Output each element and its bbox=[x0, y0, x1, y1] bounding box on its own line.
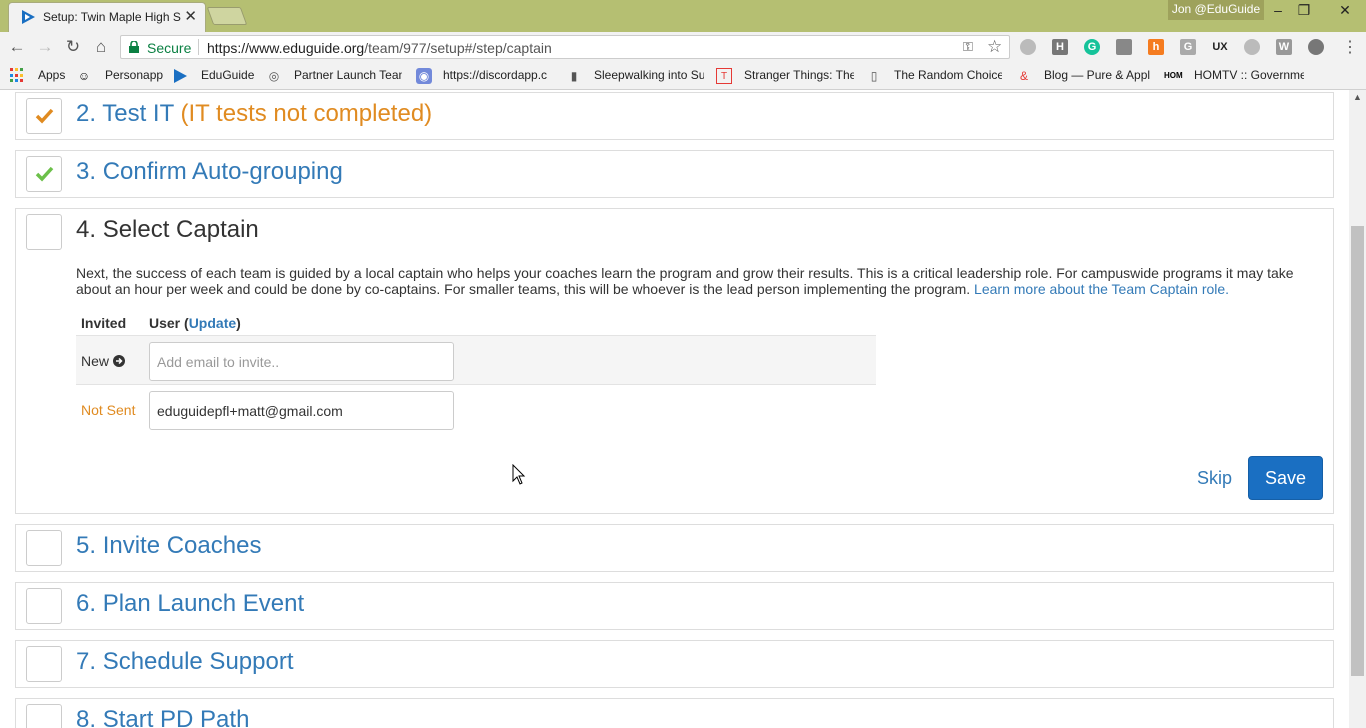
bookmark-discord[interactable]: https://discordapp.c bbox=[443, 68, 551, 82]
step-invite-coaches[interactable]: 5. Invite Coaches bbox=[15, 524, 1334, 572]
step-checkbox[interactable] bbox=[26, 156, 62, 192]
restore-icon[interactable]: ❐ bbox=[1290, 0, 1318, 22]
circle-extension-icon[interactable] bbox=[1244, 39, 1260, 55]
close-window-icon[interactable]: ✕ bbox=[1324, 0, 1366, 22]
home-icon[interactable]: ⌂ bbox=[90, 36, 112, 58]
camera-extension-icon[interactable] bbox=[1116, 39, 1132, 55]
tv-icon: T bbox=[716, 68, 732, 84]
apps-grid-icon[interactable] bbox=[10, 68, 25, 83]
back-icon[interactable]: ← bbox=[6, 36, 28, 58]
grammarly-extension-icon[interactable]: G bbox=[1084, 39, 1100, 55]
omnibox-divider bbox=[198, 39, 199, 55]
update-link[interactable]: Update bbox=[189, 315, 236, 331]
url-host: https://www.eduguide.org bbox=[207, 40, 365, 56]
bookmark-stranger-things[interactable]: Stranger Things: The bbox=[744, 68, 854, 82]
col-invited-header: Invited bbox=[81, 315, 127, 331]
step-checkbox[interactable] bbox=[26, 588, 62, 624]
bookmark-star-icon[interactable]: ☆ bbox=[987, 37, 1002, 57]
step-description: Next, the success of each team is guided… bbox=[76, 265, 1294, 297]
globe-extension-icon[interactable] bbox=[1020, 39, 1036, 55]
step-checkbox[interactable] bbox=[26, 214, 62, 250]
bookmark-homtv[interactable]: HOMTV :: Governme bbox=[1194, 68, 1304, 82]
learn-more-link[interactable]: Learn more about the Team Captain role. bbox=[974, 281, 1229, 297]
new-tab-button[interactable] bbox=[206, 7, 248, 25]
minimize-icon[interactable]: – bbox=[1264, 0, 1292, 22]
ampersand-icon: & bbox=[1019, 69, 1028, 83]
orange-check-icon bbox=[35, 108, 54, 124]
bookmarks-bar: Apps ☺ Personapp EduGuide ◎ Partner Laun… bbox=[0, 62, 1366, 90]
bookmark-random-choice[interactable]: The Random Choice bbox=[894, 68, 1002, 82]
step-checkbox[interactable] bbox=[26, 704, 62, 728]
scroll-up-icon[interactable]: ▲ bbox=[1353, 92, 1362, 102]
step-test-it[interactable]: 2. Test IT (IT tests not completed) bbox=[15, 92, 1334, 140]
col-user-header: User (Update) bbox=[149, 315, 241, 331]
w-extension-icon[interactable]: W bbox=[1276, 39, 1292, 55]
step-title[interactable]: 2. Test IT (IT tests not completed) bbox=[76, 100, 432, 128]
scrollbar-thumb[interactable] bbox=[1351, 226, 1364, 676]
bookmark-icon: ▮ bbox=[570, 69, 578, 83]
discord-icon: ◉ bbox=[416, 68, 432, 84]
green-check-icon bbox=[35, 166, 54, 182]
page-scrollbar[interactable]: ▲ bbox=[1349, 90, 1366, 728]
step-title[interactable]: 3. Confirm Auto-grouping bbox=[76, 158, 343, 186]
bookmark-eduguide[interactable]: EduGuide bbox=[201, 68, 257, 82]
browser-toolbar: ← → ↻ ⌂ Secure https://www.eduguide.org/… bbox=[0, 32, 1366, 62]
step-checkbox[interactable] bbox=[26, 98, 62, 134]
address-bar[interactable]: Secure https://www.eduguide.org/team/977… bbox=[120, 35, 1010, 59]
table-row-new: New bbox=[76, 335, 876, 385]
chrome-menu-icon[interactable]: ⋮ bbox=[1342, 37, 1358, 57]
save-button[interactable]: Save bbox=[1248, 456, 1323, 500]
step-title[interactable]: 7. Schedule Support bbox=[76, 648, 294, 676]
hubspot-extension-icon[interactable]: h bbox=[1148, 39, 1164, 55]
g-extension-icon[interactable]: G bbox=[1180, 39, 1196, 55]
captain-email-input[interactable] bbox=[149, 391, 454, 430]
step-title[interactable]: 5. Invite Coaches bbox=[76, 532, 261, 560]
secure-label: Secure bbox=[147, 40, 192, 56]
step-checkbox[interactable] bbox=[26, 530, 62, 566]
lock-icon bbox=[129, 41, 139, 53]
step-checkbox[interactable] bbox=[26, 646, 62, 682]
bookmark-partner-launch[interactable]: Partner Launch Tean bbox=[294, 68, 402, 82]
step-select-captain: 4. Select Captain Next, the success of e… bbox=[15, 208, 1334, 514]
bookmark-blog-pure[interactable]: Blog — Pure & Appl bbox=[1044, 68, 1152, 82]
eduguide-favicon-icon bbox=[22, 10, 35, 24]
step-plan-launch-event[interactable]: 6. Plan Launch Event bbox=[15, 582, 1334, 630]
tab-title: Setup: Twin Maple High S bbox=[43, 10, 181, 24]
forward-icon[interactable]: → bbox=[34, 36, 56, 58]
profile-button[interactable]: Jon @EduGuide bbox=[1168, 0, 1264, 20]
status-badge: Not Sent bbox=[81, 402, 136, 418]
browser-titlebar: Setup: Twin Maple High S ✕ Jon @EduGuide… bbox=[0, 0, 1366, 32]
step-schedule-support[interactable]: 7. Schedule Support bbox=[15, 640, 1334, 688]
bookmark-sleepwalking[interactable]: Sleepwalking into Su bbox=[594, 68, 704, 82]
page-content: 2. Test IT (IT tests not completed) 3. C… bbox=[0, 90, 1366, 728]
step-confirm-auto-grouping[interactable]: 3. Confirm Auto-grouping bbox=[15, 150, 1334, 198]
step-start-pd-path[interactable]: 8. Start PD Path bbox=[15, 698, 1334, 728]
h-extension-icon[interactable]: H bbox=[1052, 39, 1068, 55]
browser-tab-active[interactable]: Setup: Twin Maple High S ✕ bbox=[8, 2, 206, 32]
personapp-icon: ☺ bbox=[77, 69, 91, 83]
step-title[interactable]: 8. Start PD Path bbox=[76, 706, 249, 728]
step-title: 4. Select Captain bbox=[76, 216, 259, 243]
mouse-cursor-icon bbox=[512, 464, 526, 485]
new-label: New bbox=[81, 353, 125, 369]
new-email-input[interactable] bbox=[149, 342, 454, 381]
step-title[interactable]: 6. Plan Launch Event bbox=[76, 590, 304, 618]
page-icon: ▯ bbox=[870, 69, 878, 83]
tab-close-icon[interactable]: ✕ bbox=[184, 7, 197, 25]
eye-extension-icon[interactable] bbox=[1308, 39, 1324, 55]
url-text[interactable]: https://www.eduguide.org/team/977/setup#… bbox=[207, 40, 552, 56]
arrow-circle-right-icon bbox=[112, 355, 125, 367]
location-icon: ◎ bbox=[268, 69, 280, 83]
eduguide-icon bbox=[174, 69, 187, 83]
reload-icon[interactable]: ↻ bbox=[62, 36, 84, 58]
key-icon[interactable]: ⚿ bbox=[963, 39, 973, 55]
bookmark-personapp[interactable]: Personapp bbox=[105, 68, 163, 82]
skip-button[interactable]: Skip bbox=[1197, 468, 1232, 489]
bookmark-apps[interactable]: Apps bbox=[38, 68, 65, 82]
ux-extension-icon[interactable]: UX bbox=[1212, 39, 1228, 55]
step-warning-note: (IT tests not completed) bbox=[180, 100, 433, 127]
homtv-icon: HOM bbox=[1164, 71, 1183, 80]
table-row-captain: Not Sent bbox=[76, 385, 876, 435]
url-path: /team/977/setup#/step/captain bbox=[364, 40, 552, 56]
